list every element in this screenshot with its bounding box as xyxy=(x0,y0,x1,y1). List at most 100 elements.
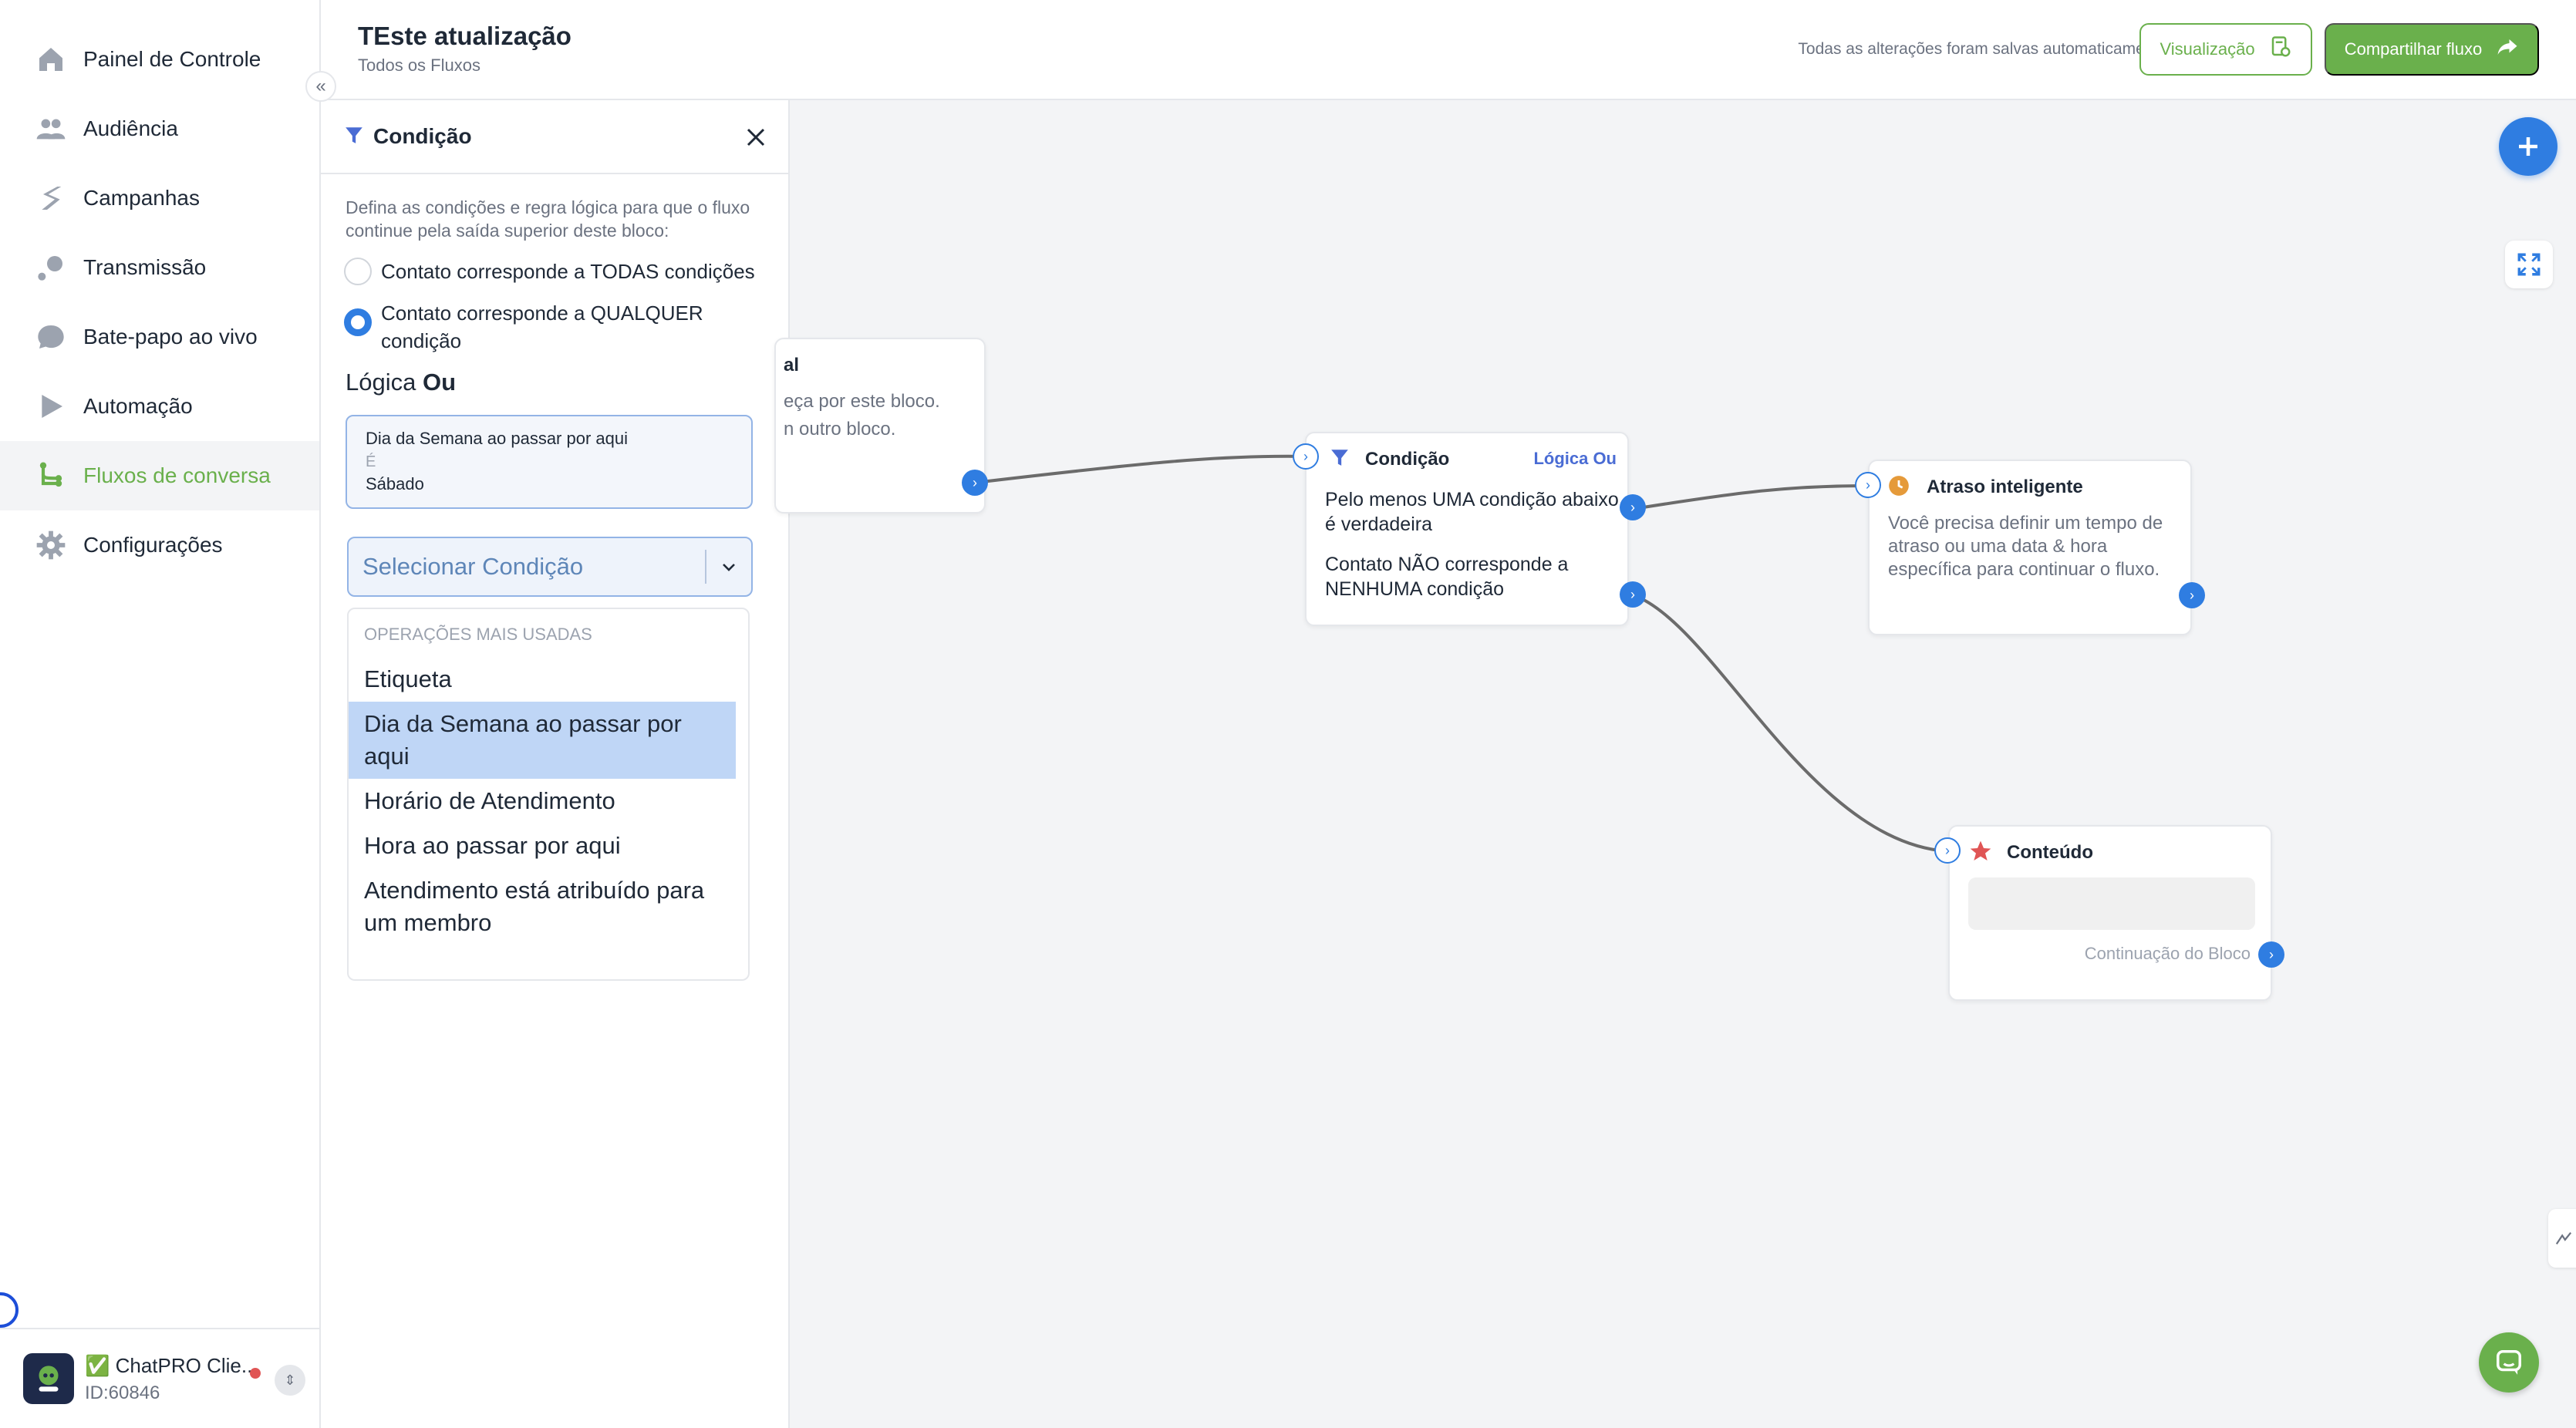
support-chat-button[interactable] xyxy=(2479,1332,2539,1393)
sidebar-item-label: Audiência xyxy=(83,116,178,140)
add-block-button[interactable] xyxy=(2499,117,2557,176)
users-icon xyxy=(34,112,68,146)
logic-label: Lógica xyxy=(346,369,416,396)
option-item[interactable]: Horário de Atendimento xyxy=(349,779,748,823)
condition-node-title: Condição xyxy=(1365,449,1450,470)
true-branch-text: Pelo menos UMA condição abaixo é verdade… xyxy=(1325,489,1619,535)
start-node-title: al xyxy=(784,355,800,376)
connection-lines xyxy=(974,454,1947,853)
condition-value: Sábado xyxy=(366,474,424,493)
page-title[interactable]: TEste atualização xyxy=(358,22,572,51)
radio-button[interactable] xyxy=(344,258,372,285)
autosave-status: Todas as alterações foram salvas automat… xyxy=(1798,40,2167,58)
start-output-port[interactable]: › xyxy=(962,470,988,496)
radio-all-conditions[interactable]: Contato corresponde a TODAS condições xyxy=(344,258,755,285)
content-node-title: Conteúdo xyxy=(2007,842,2093,863)
preview-button[interactable]: Visualização xyxy=(2139,23,2312,76)
option-item[interactable]: Atendimento está atribuído para um membr… xyxy=(349,868,748,945)
star-icon xyxy=(1968,839,1993,867)
sidebar-item-automacao[interactable]: Automação xyxy=(0,372,319,441)
condition-panel: Condição Defina as condições e regra lóg… xyxy=(321,100,790,1428)
condition-true-port[interactable]: › xyxy=(1620,494,1646,520)
false-branch-text: Contato NÃO corresponde a NENHUMA condiç… xyxy=(1325,554,1569,600)
share-icon xyxy=(2496,35,2519,63)
sidebar-item-transmissao[interactable]: Transmissão xyxy=(0,233,319,302)
condition-chip[interactable]: Dia da Semana ao passar por aqui É Sábad… xyxy=(346,415,753,509)
collapse-sidebar-button[interactable]: « xyxy=(305,71,336,102)
preview-icon xyxy=(2269,35,2292,63)
content-placeholder xyxy=(1968,877,2255,930)
sidebar-item-label: Automação xyxy=(83,394,193,418)
smart-delay-node[interactable]: Atraso inteligente Você precisa definir … xyxy=(1868,460,2192,635)
automation-icon xyxy=(34,389,68,423)
close-icon[interactable] xyxy=(739,120,773,154)
logic-value: Ou xyxy=(422,369,457,396)
panel-title: Condição xyxy=(373,124,472,148)
content-input-port[interactable]: › xyxy=(1934,837,1961,864)
account-id: ID:60846 xyxy=(85,1382,160,1403)
option-item-highlighted[interactable]: Dia da Semana ao passar por aqui xyxy=(349,702,736,779)
radio-label: Contato corresponde a QUALQUER condição xyxy=(381,301,703,352)
option-item[interactable]: Etiqueta xyxy=(349,657,748,702)
condition-options-list: OPERAÇÕES MAIS USADAS Etiqueta Dia da Se… xyxy=(347,608,750,981)
content-node[interactable]: Conteúdo Continuação do Bloco xyxy=(1948,825,2272,1001)
sidebar-item-label: Fluxos de conversa xyxy=(83,463,271,487)
account-name: ✅ ChatPRO Clie... xyxy=(85,1353,258,1377)
select-condition-dropdown[interactable]: Selecionar Condição xyxy=(347,537,753,597)
delay-output-port[interactable]: › xyxy=(2179,582,2205,608)
share-flow-button[interactable]: Compartilhar fluxo xyxy=(2325,23,2539,76)
delay-input-port[interactable]: › xyxy=(1855,472,1881,498)
logic-indicator: Lógica Ou xyxy=(346,369,456,396)
condition-operator: É xyxy=(366,453,376,470)
share-label: Compartilhar fluxo xyxy=(2344,39,2483,59)
sidebar-item-fluxos[interactable]: Fluxos de conversa xyxy=(0,441,319,510)
continuation-label: Continuação do Bloco xyxy=(2084,944,2251,963)
sidebar-item-configuracoes[interactable]: Configurações xyxy=(0,510,319,580)
sidebar-item-painel[interactable]: Painel de Controle xyxy=(0,25,319,94)
chevron-down-icon[interactable] xyxy=(706,557,751,576)
fullscreen-icon[interactable] xyxy=(2505,241,2553,288)
panel-header: Condição xyxy=(321,100,788,174)
campaign-icon xyxy=(34,181,68,215)
condition-input-port[interactable]: › xyxy=(1293,443,1319,470)
delay-node-title: Atraso inteligente xyxy=(1927,477,2083,497)
chat-icon xyxy=(34,320,68,354)
radio-label: Contato corresponde a TODAS condições xyxy=(381,260,755,283)
radio-button-checked[interactable] xyxy=(344,308,372,336)
preview-label: Visualização xyxy=(2160,39,2255,59)
start-node[interactable]: al eça por este bloco. n outro bloco. xyxy=(774,338,986,514)
delay-node-text: Você precisa definir um tempo de atraso … xyxy=(1888,513,2163,580)
filter-icon xyxy=(1330,447,1350,471)
sidebar-item-label: Campanhas xyxy=(83,186,200,210)
radio-any-condition[interactable]: Contato corresponde a QUALQUER condição xyxy=(344,299,760,355)
filter-icon xyxy=(344,125,364,149)
condition-false-port[interactable]: › xyxy=(1620,581,1646,608)
home-icon xyxy=(34,42,68,76)
condition-field: Dia da Semana ao passar por aqui xyxy=(366,429,628,448)
option-group-label: OPERAÇÕES MAIS USADAS xyxy=(364,625,592,644)
sidebar-item-label: Configurações xyxy=(83,533,223,557)
sidebar-item-label: Transmissão xyxy=(83,255,207,279)
panel-description: Defina as condições e regra lógica para … xyxy=(346,197,750,241)
sidebar-item-campanhas[interactable]: Campanhas xyxy=(0,163,319,233)
flow-canvas[interactable]: al eça por este bloco. n outro bloco. › … xyxy=(774,100,2576,1428)
start-node-text: n outro bloco. xyxy=(784,419,896,440)
clock-icon xyxy=(1888,475,1910,500)
breadcrumb[interactable]: Todos os Fluxos xyxy=(358,56,480,76)
condition-node[interactable]: Condição Lógica Ou Pelo menos UMA condiç… xyxy=(1305,432,1629,626)
select-placeholder: Selecionar Condição xyxy=(362,553,584,580)
option-item[interactable]: Hora ao passar por aqui xyxy=(349,823,748,868)
logic-badge: Lógica Ou xyxy=(1533,449,1617,468)
switch-account-icon[interactable]: ⇕ xyxy=(275,1365,305,1396)
sidebar-item-bate-papo[interactable]: Bate-papo ao vivo xyxy=(0,302,319,372)
sidebar-nav: Painel de Controle Audiência Campanhas T… xyxy=(0,0,319,580)
sidebar-item-label: Painel de Controle xyxy=(83,47,261,71)
start-node-text: eça por este bloco. xyxy=(784,391,940,412)
sidebar: Painel de Controle Audiência Campanhas T… xyxy=(0,0,321,1428)
account-switcher[interactable]: ✅ ChatPRO Clie... ID:60846 ⇕ xyxy=(0,1328,319,1428)
flow-icon xyxy=(34,459,68,493)
broadcast-icon xyxy=(34,251,68,285)
content-output-port[interactable]: › xyxy=(2258,941,2284,968)
sidebar-item-audiencia[interactable]: Audiência xyxy=(0,94,319,163)
side-panel-tab[interactable] xyxy=(2548,1209,2576,1268)
